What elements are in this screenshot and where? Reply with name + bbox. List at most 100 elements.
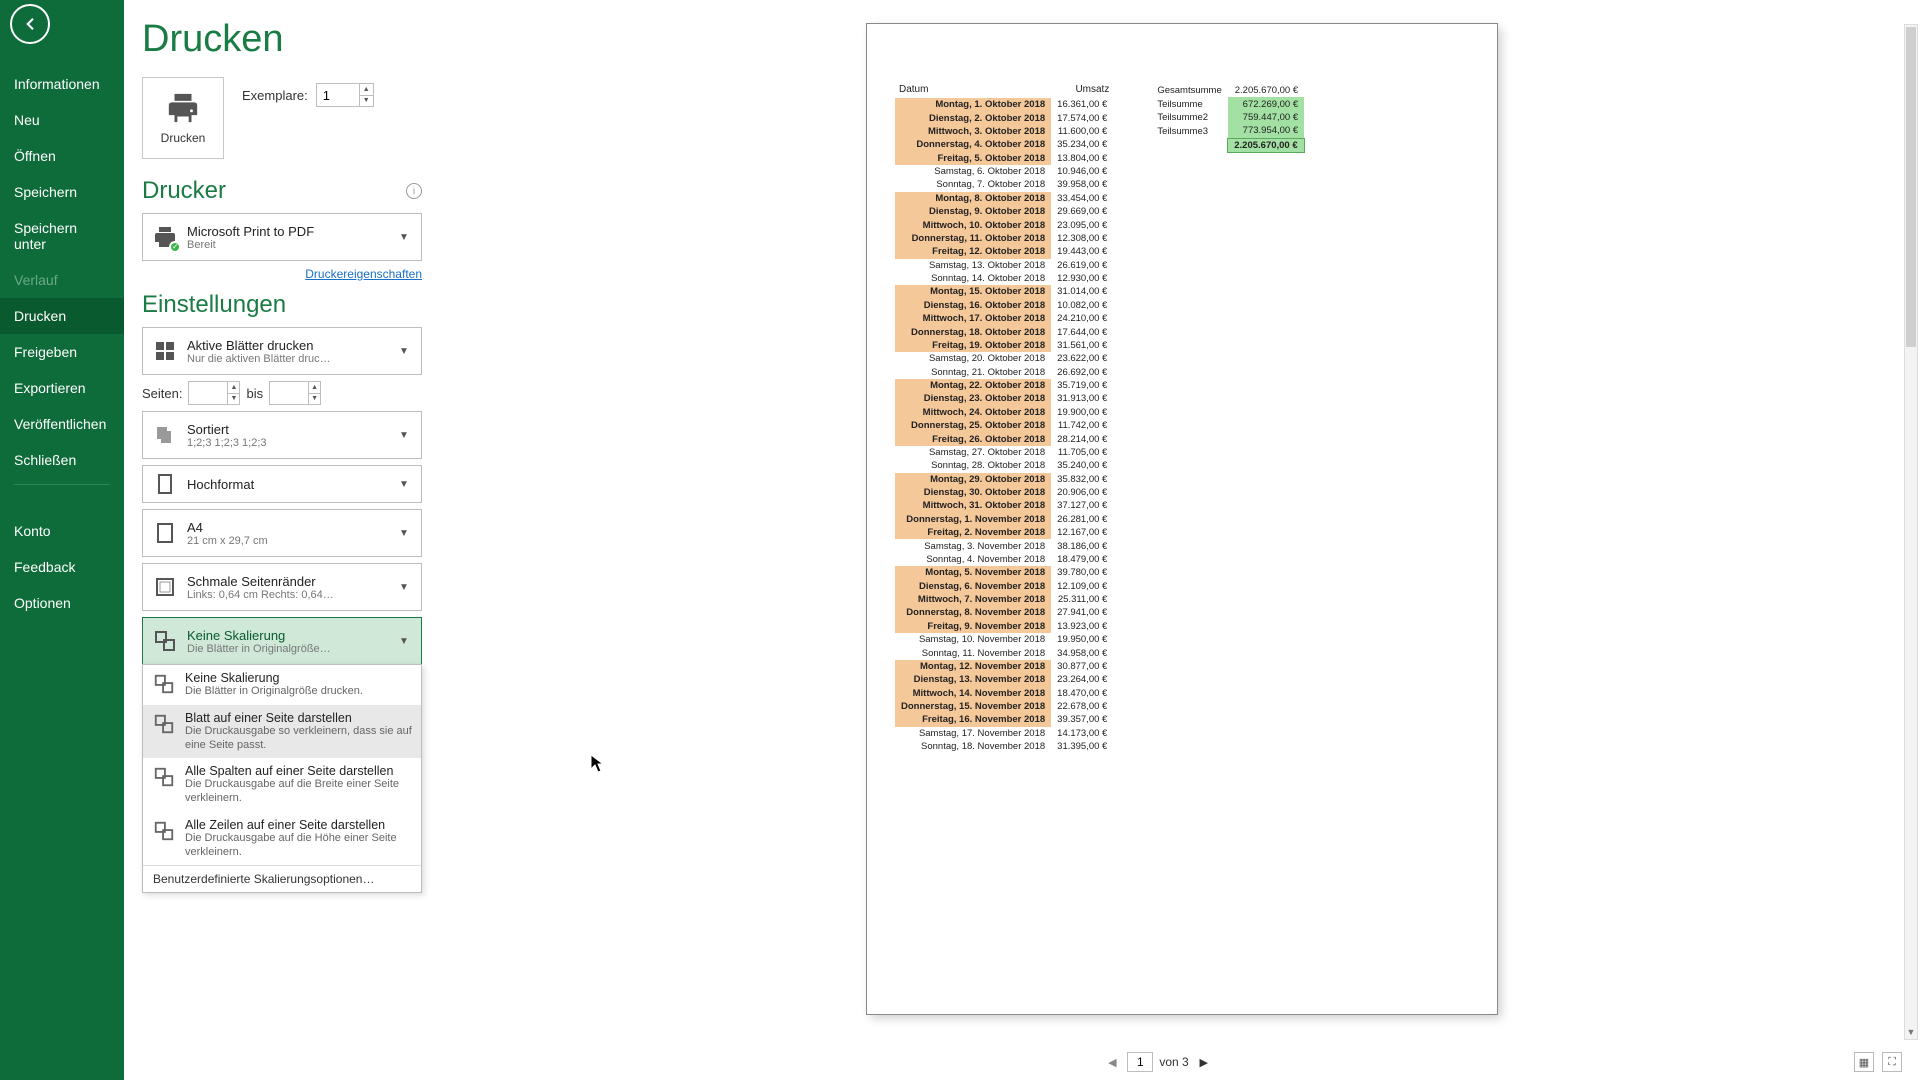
- scroll-thumb[interactable]: [1906, 27, 1916, 347]
- col-amount-header: Umsatz: [1051, 84, 1113, 98]
- table-row: Freitag, 16. November 201839.357,00 €: [895, 713, 1113, 726]
- table-row: Donnerstag, 11. Oktober 201812.308,00 €: [895, 232, 1113, 245]
- print-what-select[interactable]: Aktive Blätter drucken Nur die aktiven B…: [142, 327, 422, 375]
- table-row: Sonntag, 28. Oktober 201835.240,00 €: [895, 459, 1113, 472]
- scaling-custom-option[interactable]: Benutzerdefinierte Skalierungsoptionen…: [143, 865, 421, 892]
- collate-label: Sortiert: [187, 422, 391, 437]
- table-row: Sonntag, 4. November 201818.479,00 €: [895, 553, 1113, 566]
- pages-from-input[interactable]: [189, 382, 227, 404]
- nav-item-schließen[interactable]: Schließen: [0, 442, 124, 478]
- table-row: Mittwoch, 14. November 201818.470,00 €: [895, 687, 1113, 700]
- nav-item-optionen[interactable]: Optionen: [0, 585, 124, 621]
- print-button[interactable]: Drucken: [142, 77, 224, 159]
- collate-select[interactable]: Sortiert 1;2;3 1;2;3 1;2;3 ▼: [142, 411, 422, 459]
- table-row: Mittwoch, 17. Oktober 201824.210,00 €: [895, 312, 1113, 325]
- table-row: Samstag, 3. November 201838.186,00 €: [895, 539, 1113, 552]
- show-margins-button[interactable]: ▦: [1854, 1052, 1874, 1072]
- orientation-select[interactable]: Hochformat ▼: [142, 465, 422, 503]
- pages-from-spinner[interactable]: ▲▼: [188, 381, 240, 405]
- table-row: Samstag, 13. Oktober 201826.619,00 €: [895, 259, 1113, 272]
- scaling-option[interactable]: Blatt auf einer Seite darstellenDie Druc…: [143, 705, 421, 759]
- back-button[interactable]: [10, 4, 50, 44]
- paper-size-select[interactable]: A4 21 cm x 29,7 cm ▼: [142, 509, 422, 557]
- pages-to-spinner[interactable]: ▲▼: [269, 381, 321, 405]
- pages-from-up[interactable]: ▲: [228, 382, 239, 394]
- copies-up[interactable]: ▲: [360, 84, 373, 96]
- scaling-option-icon: [151, 818, 177, 844]
- pages-to-up[interactable]: ▲: [309, 382, 320, 394]
- table-row: Freitag, 9. November 201813.923,00 €: [895, 620, 1113, 633]
- nav-item-konto[interactable]: Konto: [0, 513, 124, 549]
- table-row: Montag, 1. Oktober 201816.361,00 €: [895, 98, 1113, 111]
- print-what-label: Aktive Blätter drucken: [187, 338, 391, 353]
- portrait-icon: [151, 470, 179, 498]
- printer-select[interactable]: Microsoft Print to PDF Bereit ▼: [142, 213, 422, 261]
- margins-label: Schmale Seitenränder: [187, 574, 391, 589]
- nav-item-neu[interactable]: Neu: [0, 102, 124, 138]
- preview-summary-table: Gesamtsumme2.205.670,00 €Teilsumme672.26…: [1151, 84, 1304, 153]
- nav-item-öffnen[interactable]: Öffnen: [0, 138, 124, 174]
- zoom-to-page-button[interactable]: ⛶: [1882, 1052, 1902, 1072]
- nav-item-drucken[interactable]: Drucken: [0, 298, 124, 334]
- nav-item-speichern-unter[interactable]: Speichern unter: [0, 210, 124, 262]
- table-row: Sonntag, 21. Oktober 201826.692,00 €: [895, 366, 1113, 379]
- prev-page-button[interactable]: ◀: [1103, 1053, 1121, 1071]
- nav-item-informationen[interactable]: Informationen: [0, 66, 124, 102]
- table-row: Montag, 5. November 201839.780,00 €: [895, 566, 1113, 579]
- table-row: Dienstag, 23. Oktober 201831.913,00 €: [895, 392, 1113, 405]
- table-row: Montag, 29. Oktober 201835.832,00 €: [895, 473, 1113, 486]
- nav-item-veröffentlichen[interactable]: Veröffentlichen: [0, 406, 124, 442]
- table-row: Donnerstag, 8. November 201827.941,00 €: [895, 606, 1113, 619]
- printer-properties-link[interactable]: Druckereigenschaften: [142, 267, 422, 281]
- printer-status: Bereit: [187, 239, 391, 251]
- table-row: Freitag, 19. Oktober 201831.561,00 €: [895, 339, 1113, 352]
- table-row: Montag, 8. Oktober 201833.454,00 €: [895, 192, 1113, 205]
- backstage-sidebar: InformationenNeuÖffnenSpeichernSpeichern…: [0, 0, 124, 1080]
- copies-down[interactable]: ▼: [360, 96, 373, 107]
- scaling-option-icon: [151, 764, 177, 790]
- pages-to-down[interactable]: ▼: [309, 394, 320, 405]
- scaling-select[interactable]: Keine Skalierung Die Blätter in Original…: [142, 617, 422, 665]
- nav-item-speichern[interactable]: Speichern: [0, 174, 124, 210]
- table-row: Montag, 15. Oktober 201831.014,00 €: [895, 285, 1113, 298]
- nav-item-freigeben[interactable]: Freigeben: [0, 334, 124, 370]
- table-row: Donnerstag, 15. November 201822.678,00 €: [895, 700, 1113, 713]
- table-row: Samstag, 6. Oktober 201810.946,00 €: [895, 165, 1113, 178]
- print-settings-panel: Drucken Drucken Exemplare: ▲ ▼: [124, 0, 444, 1080]
- nav-item-exportieren[interactable]: Exportieren: [0, 370, 124, 406]
- table-row: Dienstag, 13. November 201823.264,00 €: [895, 673, 1113, 686]
- page-number-input[interactable]: [1127, 1052, 1153, 1072]
- scaling-desc: Die Blätter in Originalgröße…: [187, 643, 391, 655]
- page-icon: [151, 519, 179, 547]
- print-preview-area: Datum Umsatz Montag, 1. Oktober 201816.3…: [444, 0, 1920, 1080]
- nav-item-verlauf: Verlauf: [0, 262, 124, 298]
- table-row: Samstag, 17. November 201814.173,00 €: [895, 727, 1113, 740]
- table-row: Mittwoch, 3. Oktober 201811.600,00 €: [895, 125, 1113, 138]
- scaling-option[interactable]: Alle Zeilen auf einer Seite darstellenDi…: [143, 812, 421, 866]
- scaling-dropdown-popup: Keine SkalierungDie Blätter in Originalg…: [142, 664, 422, 893]
- table-row: Donnerstag, 1. November 201826.281,00 €: [895, 513, 1113, 526]
- preview-scrollbar[interactable]: ▲ ▼: [1904, 24, 1918, 1040]
- copies-input[interactable]: [317, 84, 359, 106]
- sheets-icon: [151, 337, 179, 365]
- table-row: Montag, 22. Oktober 201835.719,00 €: [895, 379, 1113, 392]
- collate-icon: [151, 421, 179, 449]
- table-row: Montag, 12. November 201830.877,00 €: [895, 660, 1113, 673]
- scroll-down-arrow[interactable]: ▼: [1905, 1025, 1917, 1039]
- scaling-option-icon: [151, 711, 177, 737]
- pages-from-down[interactable]: ▼: [228, 394, 239, 405]
- scaling-option[interactable]: Alle Spalten auf einer Seite darstellenD…: [143, 758, 421, 812]
- copies-label: Exemplare:: [242, 88, 308, 103]
- nav-item-feedback[interactable]: Feedback: [0, 549, 124, 585]
- scaling-option[interactable]: Keine SkalierungDie Blätter in Originalg…: [143, 665, 421, 705]
- copies-spinner[interactable]: ▲ ▼: [316, 83, 374, 107]
- preview-pager: ◀ von 3 ▶ ▦ ⛶: [444, 1044, 1920, 1080]
- printer-info-icon[interactable]: i: [406, 183, 422, 199]
- margins-select[interactable]: Schmale Seitenränder Links: 0,64 cm Rech…: [142, 563, 422, 611]
- collate-desc: 1;2;3 1;2;3 1;2;3: [187, 437, 391, 449]
- next-page-button[interactable]: ▶: [1195, 1053, 1213, 1071]
- print-what-desc: Nur die aktiven Blätter druc…: [187, 353, 391, 365]
- pages-to-input[interactable]: [270, 382, 308, 404]
- table-row: Freitag, 26. Oktober 201828.214,00 €: [895, 432, 1113, 445]
- table-row: Donnerstag, 18. Oktober 201817.644,00 €: [895, 325, 1113, 338]
